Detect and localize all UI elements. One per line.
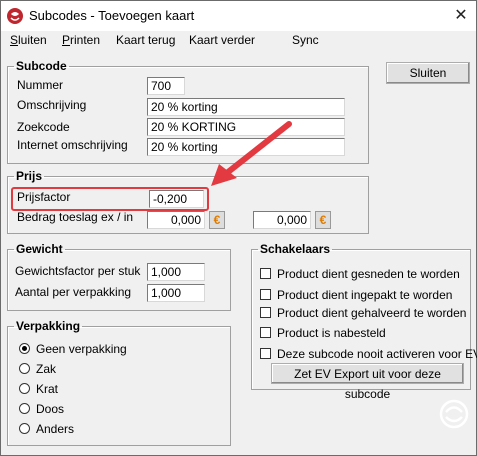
- app-logo-icon: [7, 8, 23, 24]
- toeslag-in-field[interactable]: 0,000: [253, 211, 311, 229]
- checkbox[interactable]: [260, 348, 271, 359]
- euro-icon[interactable]: €: [209, 211, 225, 229]
- zak-label: Zak: [36, 362, 57, 376]
- red-arrow-annotation: [211, 121, 292, 186]
- internet-omschrijving-label: Internet omschrijving: [17, 138, 128, 152]
- euro-icon[interactable]: €: [315, 211, 331, 229]
- title-bar: Subcodes - Toevoegen kaart ✕: [1, 1, 476, 31]
- gewicht-legend: Gewicht: [16, 242, 63, 256]
- menu-sluiten-rest: luiten: [18, 33, 47, 47]
- radio-geen-verpakking[interactable]: [19, 343, 30, 354]
- toeslag-ex-field[interactable]: 0,000: [147, 211, 205, 229]
- menu-kaart-terug[interactable]: Kaart terug: [116, 33, 175, 47]
- schakelaar-nabesteld-label: Product is nabesteld: [277, 326, 386, 340]
- prijs-legend: Prijs: [16, 169, 43, 183]
- krat-label: Krat: [36, 382, 59, 396]
- menu-printen[interactable]: Printen: [62, 33, 100, 47]
- window: Subcodes - Toevoegen kaart ✕ Sluiten Pri…: [0, 0, 477, 456]
- menu-sluiten[interactable]: Sluiten: [10, 33, 47, 47]
- checkbox[interactable]: [260, 289, 271, 300]
- radio-anders[interactable]: [19, 423, 30, 434]
- gewichtsfactor-label: Gewichtsfactor per stuk: [15, 264, 141, 278]
- geen-verpakking-label: Geen verpakking: [36, 342, 127, 356]
- verpakking-legend: Verpakking: [16, 319, 81, 333]
- nummer-label: Nummer: [17, 78, 64, 92]
- aantal-verpakking-label: Aantal per verpakking: [15, 285, 132, 299]
- schakelaar-nooit-activeren-label: Deze subcode nooit activeren voor EV: [277, 347, 477, 361]
- schakelaars-legend: Schakelaars: [260, 242, 331, 256]
- menu-sync[interactable]: Sync: [292, 33, 319, 47]
- doos-label: Doos: [36, 402, 65, 416]
- close-icon[interactable]: ✕: [451, 6, 471, 26]
- checkbox[interactable]: [260, 307, 271, 318]
- schakelaar-gesneden-label: Product dient gesneden te worden: [277, 267, 460, 281]
- menu-sluiten-accel: S: [10, 33, 19, 47]
- zoekcode-label: Zoekcode: [17, 120, 70, 134]
- checkbox[interactable]: [260, 327, 271, 338]
- prijsfactor-highlight: [11, 187, 209, 211]
- menu-printen-accel: P: [62, 33, 71, 47]
- subcode-legend: Subcode: [16, 59, 67, 73]
- sluiten-button[interactable]: Sluiten: [386, 62, 470, 84]
- bedrag-toeslag-label: Bedrag toeslag ex / in: [17, 210, 134, 224]
- gewichtsfactor-field[interactable]: 1,000: [147, 263, 205, 281]
- radio-zak[interactable]: [19, 363, 30, 374]
- omschrijving-field[interactable]: 20 % korting: [147, 98, 345, 116]
- menu-kaart-verder[interactable]: Kaart verder: [189, 33, 255, 47]
- menu-printen-rest: rinten: [70, 33, 101, 47]
- aantal-verpakking-field[interactable]: 1,000: [147, 284, 205, 302]
- radio-doos[interactable]: [19, 403, 30, 414]
- anders-label: Anders: [36, 422, 75, 436]
- omschrijving-label: Omschrijving: [17, 98, 87, 112]
- logo-watermark-icon: [439, 399, 469, 429]
- checkbox[interactable]: [260, 268, 271, 279]
- schakelaar-gehalveerd-label: Product dient gehalveerd te worden: [277, 306, 467, 320]
- window-title: Subcodes - Toevoegen kaart: [29, 8, 195, 23]
- radio-krat[interactable]: [19, 383, 30, 394]
- nummer-field[interactable]: 700: [147, 77, 185, 95]
- schakelaar-ingepakt-label: Product dient ingepakt te worden: [277, 288, 453, 302]
- zet-ev-export-uit-button[interactable]: Zet EV Export uit voor deze subcode: [271, 363, 464, 401]
- menu-bar: Sluiten Printen Kaart terug Kaart verder…: [1, 31, 476, 51]
